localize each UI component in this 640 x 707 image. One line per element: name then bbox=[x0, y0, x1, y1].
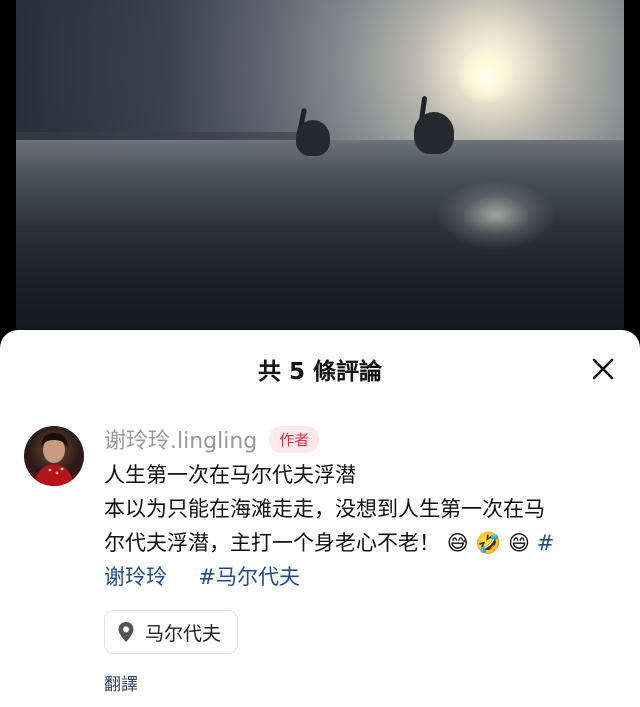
comment-hashtags-line: 谢玲玲 #马尔代夫 bbox=[104, 560, 624, 594]
comment-title-line: 人生第一次在马尔代夫浮潜 bbox=[104, 463, 356, 487]
avatar[interactable] bbox=[24, 426, 84, 486]
author-badge: 作者 bbox=[269, 425, 320, 453]
water-glint bbox=[436, 180, 556, 250]
sheet-header: 共 5 條評論 bbox=[0, 330, 640, 406]
translate-link[interactable]: 翻譯 bbox=[104, 670, 624, 695]
close-icon bbox=[592, 358, 614, 380]
grin-emoji-icon: 😄 bbox=[508, 531, 531, 555]
hashtag-prefix[interactable]: # bbox=[537, 531, 555, 555]
comment-body: 谢玲玲.lingling 作者 人生第一次在马尔代夫浮潜 本以为只能在海滩走走，… bbox=[104, 424, 624, 695]
location-chip[interactable]: 马尔代夫 bbox=[104, 610, 239, 654]
comment-text: 尔代夫浮潜，主打一个身老心不老！ bbox=[104, 531, 440, 555]
comment-text-line: 尔代夫浮潜，主打一个身老心不老！ 😅 🤣 😄 # bbox=[104, 526, 624, 560]
author-username[interactable]: 谢玲玲.lingling bbox=[104, 423, 257, 455]
hashtag-author[interactable]: 谢玲玲 bbox=[104, 565, 167, 589]
comment-text-line: 本以为只能在海滩走走，没想到人生第一次在马 bbox=[104, 497, 545, 521]
location-label: 马尔代夫 bbox=[145, 622, 222, 645]
comment-author-row: 谢玲玲.lingling 作者 bbox=[104, 424, 624, 454]
swimmer-head bbox=[414, 112, 454, 154]
swimmer-head bbox=[296, 120, 330, 156]
video-preview[interactable] bbox=[16, 0, 624, 330]
location-pin-icon bbox=[118, 622, 134, 642]
close-button[interactable] bbox=[588, 354, 618, 384]
comments-sheet: 共 5 條評論 谢玲玲.lingling 作者 人生第一次在马尔代夫浮潜 本以为… bbox=[0, 330, 640, 707]
sun-glow bbox=[456, 45, 516, 105]
rofl-emoji-icon: 🤣 bbox=[475, 531, 502, 555]
sweat-smile-emoji-icon: 😅 bbox=[446, 531, 469, 555]
avatar-portrait bbox=[34, 432, 74, 486]
comments-count-title: 共 5 條評論 bbox=[257, 359, 383, 385]
hashtag-maldives[interactable]: #马尔代夫 bbox=[198, 565, 300, 589]
